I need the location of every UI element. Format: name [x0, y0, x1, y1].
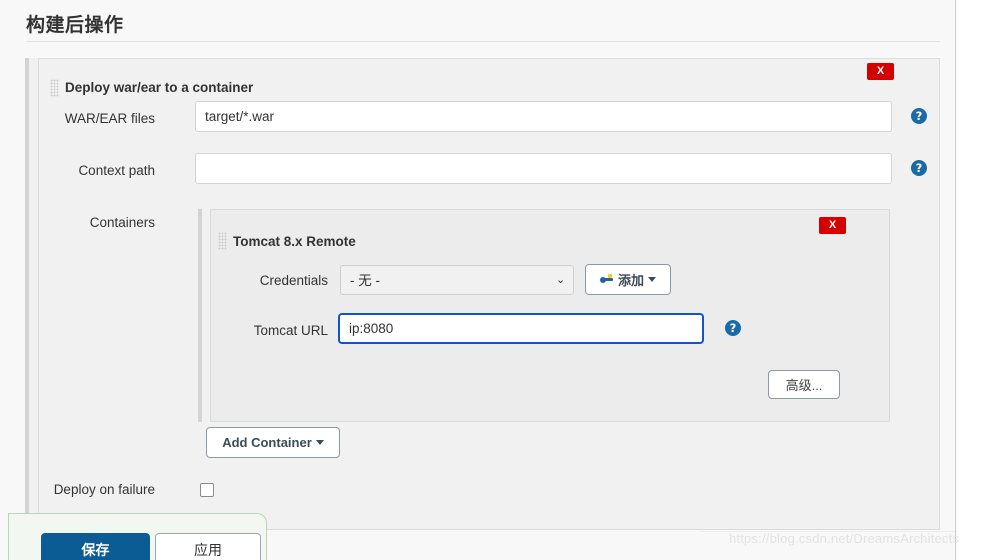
- sticky-save-bar: 保存 应用: [8, 513, 267, 560]
- block-drag-bar[interactable]: [25, 58, 29, 530]
- add-credentials-button[interactable]: 添加: [585, 264, 671, 295]
- page-title: 构建后操作: [26, 15, 124, 36]
- right-gutter: [957, 0, 1004, 560]
- chevron-down-icon: [315, 440, 324, 445]
- context-path-label: Context path: [78, 163, 155, 178]
- delete-step-button[interactable]: X: [867, 63, 894, 80]
- content-right-rule: [955, 0, 956, 560]
- container-title: Tomcat 8.x Remote: [233, 234, 356, 249]
- war-files-label: WAR/EAR files: [64, 111, 155, 126]
- credentials-label: Credentials: [259, 273, 328, 288]
- container-drag-grip-icon[interactable]: [218, 232, 227, 250]
- war-files-input[interactable]: [195, 101, 892, 132]
- credentials-select[interactable]: - 无 -: [340, 265, 574, 295]
- war-files-help-icon[interactable]: ?: [911, 108, 927, 124]
- container-drag-bar[interactable]: [198, 209, 202, 422]
- deploy-on-failure-label: Deploy on failure: [53, 482, 155, 497]
- add-container-button[interactable]: Add Container: [206, 427, 340, 458]
- tomcat-url-help-icon[interactable]: ?: [725, 320, 741, 336]
- tomcat-url-input[interactable]: [338, 313, 704, 344]
- container-panel: Tomcat 8.x Remote X Credentials - 无 - ⌄ …: [198, 209, 890, 422]
- add-container-label: Add Container: [222, 435, 312, 450]
- save-button[interactable]: 保存: [41, 533, 150, 560]
- drag-grip-icon[interactable]: [50, 79, 59, 97]
- add-credentials-label: 添加: [617, 273, 644, 288]
- deploy-on-failure-checkbox[interactable]: [200, 483, 214, 497]
- block-title: Deploy war/ear to a container: [65, 80, 254, 95]
- jenkins-post-build-page: 构建后操作 Deploy war/ear to a container X WA…: [0, 0, 1004, 560]
- key-icon: [599, 274, 614, 285]
- containers-label: Containers: [89, 215, 155, 230]
- context-path-help-icon[interactable]: ?: [911, 160, 927, 176]
- apply-button[interactable]: 应用: [155, 533, 261, 560]
- context-path-input[interactable]: [195, 153, 892, 184]
- add-credentials-chevron-down-icon: [648, 277, 656, 282]
- advanced-button[interactable]: 高级...: [768, 370, 840, 399]
- page-title-rule: [26, 41, 940, 42]
- delete-container-button[interactable]: X: [819, 217, 846, 234]
- tomcat-url-label: Tomcat URL: [253, 323, 328, 338]
- watermark-rule: [700, 531, 955, 532]
